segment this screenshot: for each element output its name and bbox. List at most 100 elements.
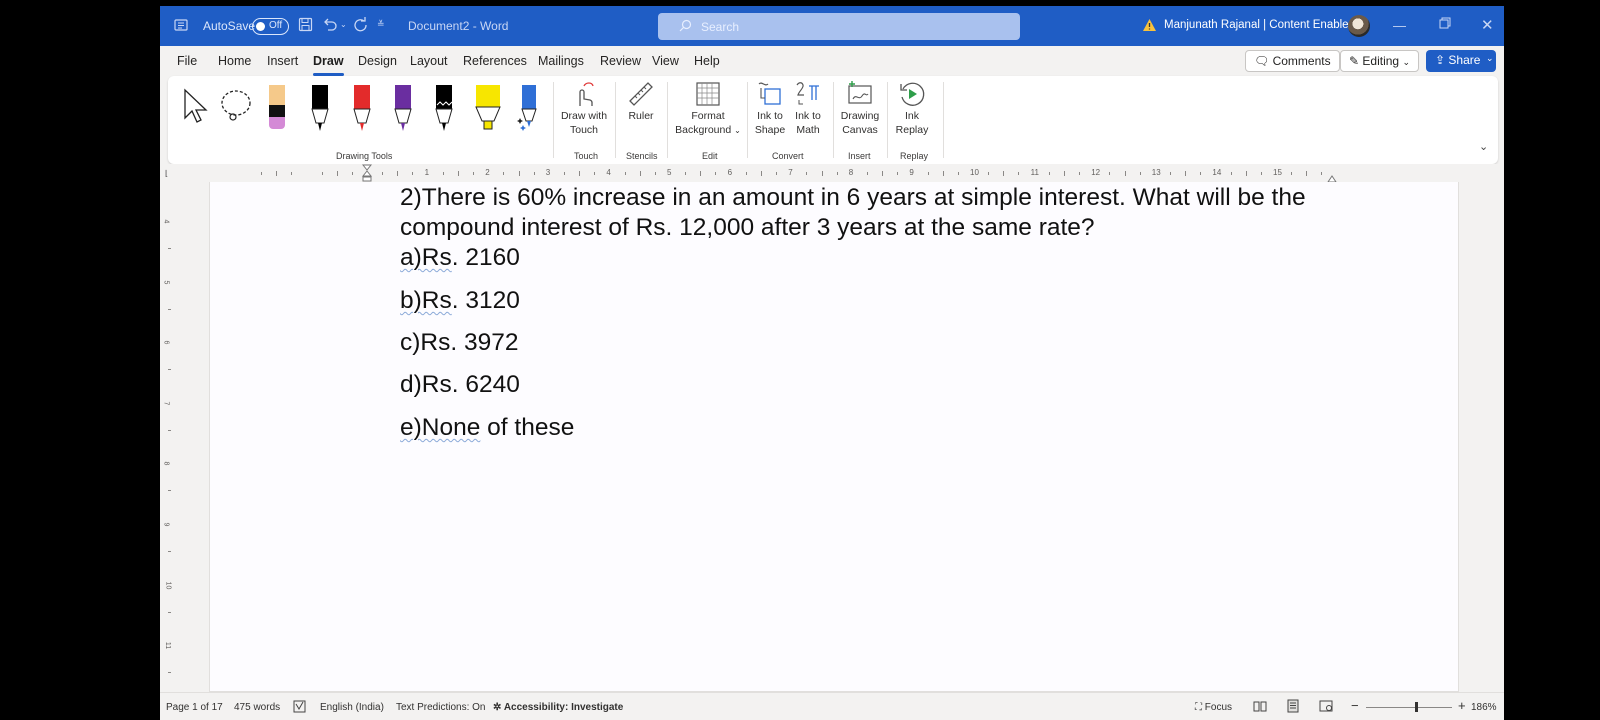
tab-references[interactable]: References: [463, 54, 527, 68]
customize-qat-icon[interactable]: ≚: [377, 19, 385, 30]
ruler-tick: [1063, 171, 1065, 176]
ink-to-math-button[interactable]: Ink to Math: [788, 80, 828, 137]
ruler-number: 5: [162, 280, 170, 285]
ruler-number: 11: [1030, 168, 1039, 177]
undo-icon[interactable]: [322, 17, 338, 35]
ruler-tick: [624, 172, 626, 175]
eraser-icon[interactable]: [266, 84, 288, 135]
option-c[interactable]: c)Rs. 3972: [400, 329, 518, 357]
zoom-slider-thumb[interactable]: [1414, 702, 1418, 712]
word-count[interactable]: 475 words: [234, 702, 280, 713]
group-label-touch: Touch: [574, 151, 599, 161]
tab-review[interactable]: Review: [600, 54, 641, 68]
group-label-stencils: Stencils: [626, 151, 658, 161]
option-a[interactable]: a)Rs. 2160: [400, 244, 520, 272]
restore-icon[interactable]: [1439, 17, 1451, 32]
editing-mode-button[interactable]: ✎ Editing ⌄: [1340, 50, 1419, 72]
drawing-canvas-icon: [848, 81, 872, 104]
ink-replay-button[interactable]: Ink Replay: [889, 80, 935, 137]
lasso-select-icon[interactable]: [219, 88, 255, 129]
format-background-icon: [696, 82, 720, 106]
zoom-level[interactable]: 186%: [1471, 702, 1497, 713]
chevron-down-icon: ⌄: [1486, 53, 1494, 63]
ruler-tick: [1200, 172, 1202, 175]
vertical-ruler[interactable]: 4 5 6 7 8 9 10 11: [160, 182, 180, 692]
tab-draw[interactable]: Draw: [313, 54, 344, 76]
document-page[interactable]: 2)There is 60% increase in an amount in …: [209, 182, 1459, 692]
ink-to-math-icon: [796, 82, 819, 105]
option-e-prefix: e)None: [400, 414, 481, 441]
warning-icon[interactable]: [1142, 18, 1157, 35]
comments-button[interactable]: 🗨︎ Comments: [1245, 50, 1340, 72]
select-objects-icon[interactable]: [182, 88, 208, 129]
ink-to-math-label-2: Math: [796, 123, 820, 136]
chevron-down-icon: ⌄: [1402, 57, 1410, 67]
ruler-button[interactable]: Ruler: [617, 80, 665, 124]
autosave-state: Off: [269, 20, 283, 31]
tab-design[interactable]: Design: [358, 54, 397, 68]
pen-blue-sparkle-icon[interactable]: [517, 84, 539, 137]
pen-black-icon[interactable]: [309, 84, 331, 137]
title-bar: AutoSave Off ⌄ ≚ Document2 - Word Search…: [160, 6, 1504, 46]
close-icon[interactable]: ✕: [1481, 16, 1494, 34]
horizontal-ruler[interactable]: ⌊ 1 2 3 4 5 6 7 8 9 10 11 12 13 14 15: [160, 164, 1504, 183]
search-box[interactable]: Search: [658, 13, 1020, 40]
highlighter-yellow-icon[interactable]: [475, 84, 501, 137]
ruler-tick: [291, 172, 293, 175]
ruler-tick: [594, 172, 596, 175]
save-icon[interactable]: [298, 17, 313, 35]
share-button[interactable]: ⇪ Share ⌄: [1426, 50, 1496, 72]
ruler-number: 1: [424, 168, 430, 177]
page-count[interactable]: Page 1 of 17: [166, 702, 223, 713]
zoom-slider-track[interactable]: [1366, 707, 1452, 708]
tab-help[interactable]: Help: [694, 54, 720, 68]
ruler-tick: [1245, 171, 1247, 176]
ruler-tick: [1048, 172, 1050, 175]
document-area[interactable]: 2)There is 60% increase in an amount in …: [180, 182, 1504, 692]
collapse-ribbon-icon[interactable]: ⌄: [1479, 140, 1488, 153]
proofing-icon[interactable]: [293, 700, 306, 716]
draw-with-touch-button[interactable]: Draw with Touch: [558, 80, 610, 137]
status-bar: Page 1 of 17 475 words English (India) T…: [160, 692, 1504, 720]
autosave-toggle[interactable]: Off: [252, 18, 289, 35]
option-e[interactable]: e)None of these: [400, 414, 574, 442]
read-mode-icon[interactable]: [1253, 699, 1267, 716]
tab-selector-icon[interactable]: ⌊: [165, 169, 168, 178]
pen-purple-icon[interactable]: [392, 84, 414, 137]
question-line-2[interactable]: compound interest of Rs. 12,000 after 3 …: [400, 214, 1095, 242]
tab-mailings[interactable]: Mailings: [538, 54, 584, 68]
comment-icon: 🗨︎: [1254, 54, 1270, 68]
ruler-tick: [168, 490, 171, 492]
ruler-number: 8: [162, 461, 170, 466]
tab-layout[interactable]: Layout: [410, 54, 448, 68]
pen-galaxy-icon[interactable]: [433, 84, 455, 137]
accessibility-status[interactable]: ✲ Accessibility: Investigate: [493, 702, 623, 713]
text-predictions[interactable]: Text Predictions: On: [396, 702, 485, 713]
tab-home[interactable]: Home: [218, 54, 251, 68]
print-layout-icon[interactable]: [1286, 699, 1300, 716]
ink-to-shape-button[interactable]: Ink to Shape: [750, 80, 790, 137]
focus-mode-button[interactable]: ⛶ Focus: [1195, 702, 1232, 713]
tab-file[interactable]: File: [177, 54, 197, 68]
pen-red-icon[interactable]: [351, 84, 373, 137]
zoom-in-button[interactable]: +: [1458, 698, 1466, 713]
question-line-1[interactable]: 2)There is 60% increase in an amount in …: [400, 184, 1306, 212]
option-b[interactable]: b)Rs. 3120: [400, 287, 520, 315]
language[interactable]: English (India): [320, 702, 384, 713]
tab-view[interactable]: View: [652, 54, 679, 68]
option-d[interactable]: d)Rs. 6240: [400, 371, 520, 399]
format-background-button[interactable]: Format Background ⌄: [672, 80, 744, 137]
web-layout-icon[interactable]: [1319, 699, 1333, 716]
user-name[interactable]: Manjunath Rajanal | Content Enablers: [1164, 19, 1358, 31]
option-c-text: c)Rs. 3972: [400, 329, 519, 356]
zoom-out-button[interactable]: −: [1351, 698, 1359, 713]
drawing-canvas-button[interactable]: Drawing Canvas: [835, 80, 885, 137]
tab-insert[interactable]: Insert: [267, 54, 298, 68]
undo-dropdown-icon[interactable]: ⌄: [340, 20, 347, 29]
share-icon: ⇪: [1435, 53, 1446, 67]
word-app-icon[interactable]: [174, 18, 188, 35]
avatar[interactable]: [1348, 15, 1370, 37]
minimize-icon[interactable]: —: [1393, 18, 1406, 33]
ruler-tick: [260, 172, 262, 175]
redo-icon[interactable]: [353, 17, 368, 35]
